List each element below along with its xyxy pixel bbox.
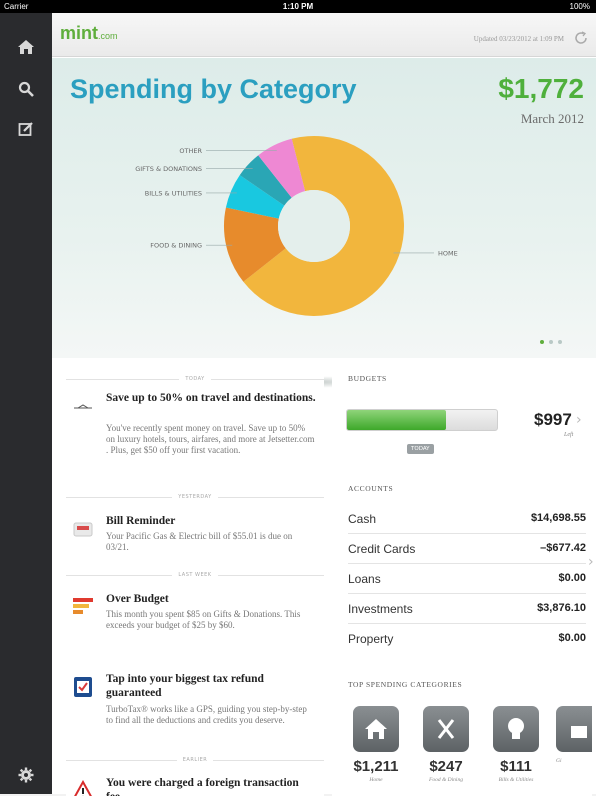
status-bar: Carrier 1:10 PM 100% xyxy=(0,0,596,13)
account-row[interactable]: Property$0.00 xyxy=(348,624,586,654)
feed-item-title: Bill Reminder xyxy=(106,514,316,528)
account-row[interactable]: Credit Cards–$677.42 xyxy=(348,534,586,564)
page-dot[interactable] xyxy=(558,340,562,344)
accounts-title: ACCOUNTS xyxy=(348,484,393,493)
category-tile-gifts[interactable]: Gi xyxy=(556,706,592,764)
today-marker: TODAY xyxy=(407,444,434,454)
spending-donut-chart[interactable]: HOME FOOD & DINING BILLS & UTILITIES GIFTS … xyxy=(52,58,596,358)
jetsetter-icon xyxy=(72,395,94,417)
budgets-title: BUDGETS xyxy=(348,374,387,383)
category-tile-food[interactable]: $247 Food & Dining xyxy=(416,706,476,783)
fork-knife-icon xyxy=(434,717,458,741)
feed-separator: EARLIER xyxy=(66,757,324,763)
budget-remaining: $997 xyxy=(534,410,572,430)
feed-item-body: Your Pacific Gas & Electric bill of $55.… xyxy=(106,531,316,553)
top-bar: mint.com Updated 03/23/2012 at 1:09 PM xyxy=(52,13,596,57)
budget-icon xyxy=(72,596,94,618)
page-dot[interactable] xyxy=(540,340,544,344)
account-row[interactable]: Loans$0.00 xyxy=(348,564,586,594)
feed-separator: LAST WEEK xyxy=(66,572,324,578)
home-icon xyxy=(363,717,389,741)
chevron-right-icon: › xyxy=(588,554,594,570)
feed-separator: YESTERDAY xyxy=(66,494,324,500)
alerts-feed[interactable]: TODAY Save up to 50% on travel and desti… xyxy=(66,366,324,796)
budget-progress-fill xyxy=(347,410,446,430)
feed-item-title: Save up to 50% on travel and destination… xyxy=(106,391,316,405)
top-spending-title: TOP SPENDING CATEGORIES xyxy=(348,680,462,689)
chart-label: OTHER xyxy=(179,147,202,155)
home-icon[interactable] xyxy=(16,37,36,57)
page-indicator[interactable] xyxy=(540,340,562,344)
feed-item-title: You were charged a foreign transaction f… xyxy=(106,776,316,796)
summary-column: BUDGETS TODAY $997 Left › ACCOUNTS Cash$… xyxy=(328,366,596,796)
feed-item-title: Over Budget xyxy=(106,592,316,606)
feed-separator: TODAY xyxy=(66,376,324,382)
feed-item-title: Tap into your biggest tax refund guarant… xyxy=(106,672,316,700)
clock: 1:10 PM xyxy=(0,2,596,11)
category-tile-home[interactable]: $1,211 Home xyxy=(346,706,406,783)
battery-label: 100% xyxy=(570,2,590,11)
budget-remaining-label: Left xyxy=(564,432,573,438)
spending-chart-panel[interactable]: Spending by Category $1,772 March 2012 H… xyxy=(52,58,596,358)
edit-icon[interactable] xyxy=(16,119,36,139)
chart-label: BILLS & UTILITIES xyxy=(145,189,202,197)
feed-item-body: You've recently spent money on travel. S… xyxy=(106,423,316,456)
page-dot[interactable] xyxy=(549,340,553,344)
settings-icon[interactable] xyxy=(16,765,36,785)
bill-icon xyxy=(72,518,94,540)
accounts-card[interactable]: ACCOUNTS Cash$14,698.55 Credit Cards–$67… xyxy=(332,476,592,656)
sidebar xyxy=(0,13,52,794)
updated-timestamp: Updated 03/23/2012 at 1:09 PM xyxy=(474,35,564,43)
refresh-icon[interactable] xyxy=(574,30,588,49)
feed-item-body: This month you spent $85 on Gifts & Dona… xyxy=(106,609,316,631)
account-row[interactable]: Cash$14,698.55 xyxy=(348,504,586,534)
chevron-right-icon: › xyxy=(576,412,582,428)
top-spending-card[interactable]: TOP SPENDING CATEGORIES $1,211 Home $247… xyxy=(332,666,592,796)
budgets-card[interactable]: BUDGETS TODAY $997 Left › xyxy=(332,366,592,466)
turbotax-icon xyxy=(72,676,94,698)
account-row[interactable]: Investments$3,876.10 xyxy=(348,594,586,624)
chart-label: HOME xyxy=(438,249,458,257)
donut-hole xyxy=(278,190,350,262)
search-icon[interactable] xyxy=(16,79,36,99)
budget-progress-bar xyxy=(346,409,498,431)
chart-label: FOOD & DINING xyxy=(150,242,202,250)
lightbulb-icon xyxy=(505,716,527,742)
category-tile-bills[interactable]: $111 Bills & Utilities xyxy=(486,706,546,783)
gift-icon xyxy=(568,718,590,740)
feed-item-body: TurboTax® works like a GPS, guiding you … xyxy=(106,704,316,726)
mint-logo: mint.com xyxy=(60,23,118,44)
chart-label: GIFTS & DONATIONS xyxy=(135,165,202,173)
app-content: mint.com Updated 03/23/2012 at 1:09 PM S… xyxy=(52,13,596,794)
